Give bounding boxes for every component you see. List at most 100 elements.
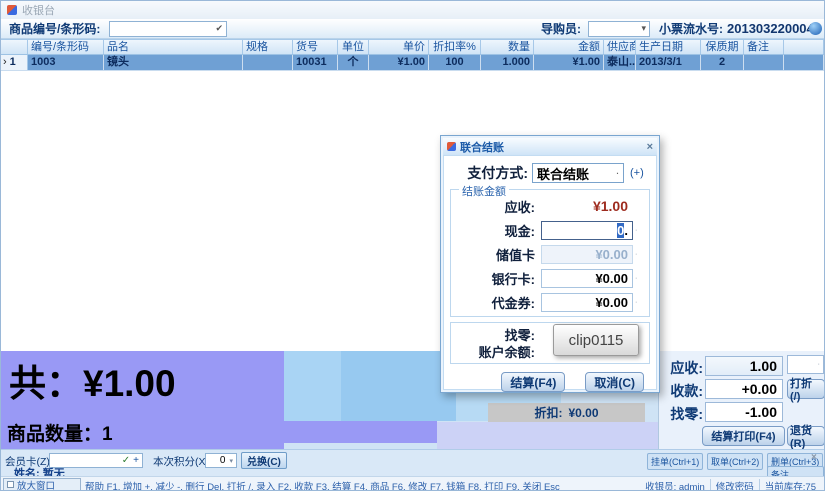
panel-change-label: 找零: [661, 404, 703, 424]
dialog-title-bar[interactable]: 联合结账 × [443, 138, 657, 155]
change-password-link[interactable]: 修改密码 [710, 479, 759, 491]
cell-code[interactable]: 1003 [28, 55, 104, 70]
header-artno[interactable]: 货号 [293, 40, 338, 54]
cancel-button[interactable]: 取消(C) [585, 372, 644, 392]
settle-print-button[interactable]: 结算打印(F4) [702, 426, 785, 446]
cell-artno[interactable]: 10031 [293, 55, 338, 70]
guide-select[interactable]: ▾ [588, 21, 650, 37]
discount-bar: 折扣: ¥0.00 [488, 403, 645, 422]
header-prod-date[interactable]: 生产日期 [636, 40, 701, 54]
header-rownum [1, 40, 28, 54]
settle-button[interactable]: 结算(F4) [501, 372, 565, 392]
dot-caret-icon[interactable]: · [818, 361, 820, 368]
cell-prod-date[interactable]: 2013/3/1 [636, 55, 701, 70]
panel-mini-combo[interactable]: · [787, 355, 824, 374]
cell-note[interactable] [744, 55, 784, 70]
cell-shelf-life[interactable]: 2 [701, 55, 744, 70]
panel-received-field[interactable]: +0.00 [705, 379, 783, 399]
guide-label: 导购员: [541, 20, 581, 37]
discount-button[interactable]: 打折(/) [787, 379, 825, 399]
top-toolbar: 商品编号/条形码: ✔ 导购员: ▾ 小票流水号: 201303220004 [1, 19, 824, 39]
cash-input[interactable]: 0. [541, 221, 633, 240]
row-pointer-icon: › [3, 55, 7, 70]
discount-value: ¥0.00 [568, 406, 598, 420]
points-field[interactable]: 0 ▾ [205, 453, 237, 468]
chevron-down-icon[interactable]: · [616, 169, 619, 178]
plus-icon[interactable]: + [133, 455, 139, 466]
cashier-value: admin [679, 482, 705, 491]
exchange-button[interactable]: 兑换(C) [241, 452, 287, 469]
header-qty[interactable]: 数量 [481, 40, 534, 54]
dot-caret-icon[interactable]: · [635, 227, 637, 234]
cashier-info: 收银员: admin [640, 479, 710, 491]
dot-caret-icon: · [635, 251, 637, 258]
cell-qty[interactable]: 1.000 [481, 55, 534, 70]
panel-change-field: -1.00 [705, 402, 783, 422]
cell-spec[interactable] [243, 55, 293, 70]
header-note[interactable]: 备注 [744, 40, 784, 54]
hold-order-button[interactable]: 挂单(Ctrl+1) [647, 453, 703, 470]
header-name[interactable]: 品名 [104, 40, 243, 54]
dot-caret-icon[interactable]: · [635, 275, 637, 282]
header-unit[interactable]: 单位 [338, 40, 369, 54]
dialog-icon [447, 142, 456, 151]
cell-unit[interactable]: 个 [338, 55, 369, 70]
check-icon[interactable]: ✔ [215, 23, 223, 34]
product-code-label: 商品编号/条形码: [9, 20, 100, 37]
bg-band [284, 421, 437, 443]
header-code[interactable]: 编号/条形码 [28, 40, 104, 54]
current-stock: 当前库存:75 [759, 479, 821, 491]
member-bar: 会员卡(Z): ✓ + 本次积分(X): 0 ▾ 兑换(C) 姓名: 暂无 挂单… [1, 449, 824, 476]
settle-amount-group: 结账金额 应收: ¥1.00 现金: 0. · 储值卡 ¥0.00 · [450, 189, 650, 317]
pay-method-label: 支付方式: [444, 163, 528, 183]
dot-caret-icon[interactable]: · [635, 299, 637, 306]
shortcut-help-text: 帮助 F1, 增加 +, 减少 -, 删行 Del, 打折 /, 录入 F2, … [85, 479, 585, 491]
checkbox-icon[interactable] [7, 481, 14, 488]
product-code-input[interactable]: ✔ [109, 21, 227, 37]
grid-header-row: 编号/条形码 品名 规格 货号 单位 单价 折扣率% 数量 金额 供应商 生产日… [1, 39, 824, 55]
table-row[interactable]: › 1 1003 镜头 10031 个 ¥1.00 100 1.000 ¥1.0… [1, 55, 824, 71]
voucher-input[interactable]: ¥0.00 [541, 293, 633, 312]
info-icon[interactable] [809, 22, 822, 35]
chevron-down-icon[interactable]: ▾ [641, 23, 646, 34]
items-grid: 编号/条形码 品名 规格 货号 单位 单价 折扣率% 数量 金额 供应商 生产日… [1, 39, 824, 351]
pay-method-value: 联合结账 [537, 164, 589, 183]
cell-amount[interactable]: ¥1.00 [534, 55, 604, 70]
header-amount[interactable]: 金额 [534, 40, 604, 54]
title-bar: 收银台 [1, 1, 824, 19]
dialog-title: 联合结账 [460, 139, 504, 155]
settle-amount-group-title: 结账金额 [459, 183, 509, 199]
dialog-buttons: 结算(F4) 取消(C) [444, 364, 656, 392]
header-spec[interactable]: 规格 [243, 40, 293, 54]
header-discount-rate[interactable]: 折扣率% [429, 40, 481, 54]
add-pay-method-button[interactable]: (+) [630, 167, 644, 179]
item-count-label: 商品数量： [7, 424, 102, 445]
cash-label: 现金: [455, 221, 535, 240]
cell-filler [784, 55, 824, 70]
cell-price[interactable]: ¥1.00 [369, 55, 429, 70]
points-value: 0 [220, 455, 226, 466]
header-price[interactable]: 单价 [369, 40, 429, 54]
bg-band [437, 422, 658, 449]
item-count-value: 1 [102, 424, 113, 445]
header-shelf-life[interactable]: 保质期 [701, 40, 744, 54]
panel-receivable-field: 1.00 [705, 356, 783, 376]
bg-band [284, 351, 341, 421]
close-icon[interactable]: × [647, 141, 653, 153]
header-supplier[interactable]: 供应商 [604, 40, 636, 54]
close-icon[interactable]: × [811, 452, 817, 463]
payment-panel: 应收: 1.00 · 收款: +0.00 打折(/) 找零: -1.00 结算打… [658, 351, 825, 449]
pay-method-select[interactable]: 联合结账 · [532, 163, 624, 183]
zoom-window-toggle[interactable]: 放大窗口 [3, 478, 81, 491]
cell-name[interactable]: 镜头 [104, 55, 243, 70]
cell-discount-rate[interactable]: 100 [429, 55, 481, 70]
grand-total: 共：¥1.00 [9, 353, 176, 407]
row-gutter: › 1 [1, 55, 28, 70]
refund-button[interactable]: 退货(R) [787, 426, 825, 446]
row-number: 1 [10, 55, 16, 70]
bank-card-input[interactable]: ¥0.00 [541, 269, 633, 288]
retrieve-order-button[interactable]: 取单(Ctrl+2) [707, 453, 763, 470]
bg-band [341, 351, 456, 421]
chevron-down-icon[interactable]: ▾ [229, 457, 233, 465]
cell-supplier[interactable]: 泰山... [604, 55, 636, 70]
